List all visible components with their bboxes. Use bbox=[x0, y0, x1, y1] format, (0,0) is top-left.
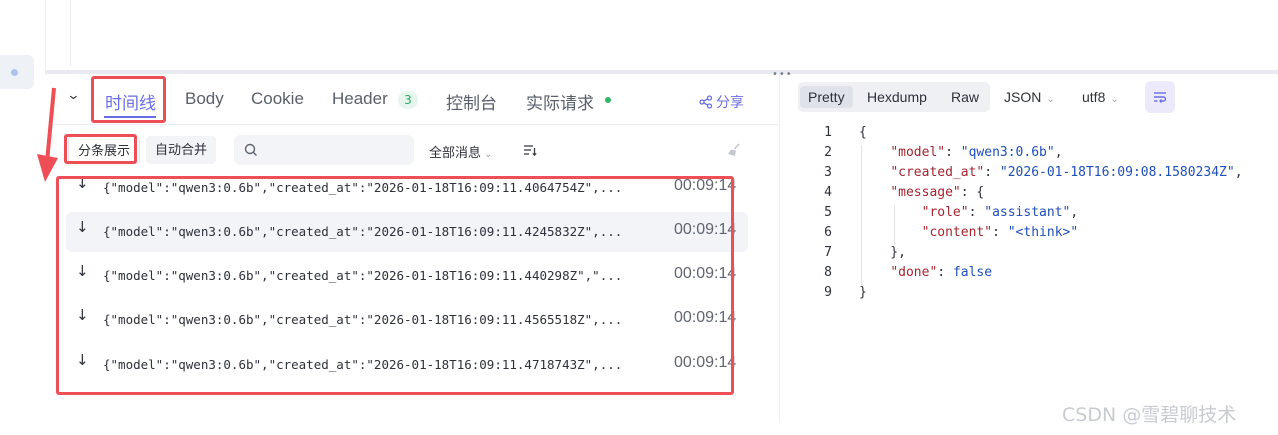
code-content: "content": "<think>" bbox=[921, 225, 1079, 240]
auto-merge-button[interactable]: 自动合并 bbox=[146, 136, 217, 164]
search-icon bbox=[244, 143, 257, 156]
message-type-select[interactable]: 全部消息 ⌄ bbox=[429, 142, 492, 161]
message-type-label: 全部消息 bbox=[429, 145, 482, 160]
incoming-arrow-icon: ↓ bbox=[76, 262, 89, 280]
message-text: {"model":"qwen3:0.6b","created_at":"2026… bbox=[103, 357, 623, 372]
status-dot bbox=[605, 97, 611, 103]
indent-guide bbox=[894, 205, 895, 245]
line-number: 8 bbox=[824, 265, 832, 280]
word-wrap-button[interactable] bbox=[1145, 81, 1175, 113]
view-mode-hexdump[interactable]: Hexdump bbox=[859, 86, 935, 108]
line-number: 9 bbox=[824, 285, 832, 300]
message-text: {"model":"qwen3:0.6b","created_at":"2026… bbox=[103, 312, 623, 327]
format-select[interactable]: JSON ⌄ bbox=[1004, 89, 1055, 105]
code-content: "model": "qwen3:0.6b", bbox=[890, 145, 1063, 160]
share-button[interactable]: 分享 bbox=[699, 92, 744, 112]
list-item[interactable]: ↓ {"model":"qwen3:0.6b","created_at":"20… bbox=[66, 345, 748, 385]
message-time: 00:09:14 bbox=[674, 354, 737, 371]
tab-console[interactable]: 控制台 bbox=[446, 89, 497, 114]
share-icon bbox=[699, 95, 713, 109]
tab-cookie[interactable]: Cookie bbox=[251, 89, 304, 109]
chevron-down-icon: ⌄ bbox=[1046, 94, 1055, 105]
code-content: }, bbox=[859, 245, 906, 260]
code-content: "role": "assistant", bbox=[921, 205, 1079, 220]
format-label: JSON bbox=[1004, 89, 1042, 105]
request-editor-pane bbox=[45, 0, 1278, 70]
line-number: 2 bbox=[824, 145, 832, 160]
sort-filter-icon[interactable] bbox=[523, 143, 537, 157]
code-content: } bbox=[859, 285, 867, 300]
list-item[interactable]: ↓ {"model":"qwen3:0.6b","created_at":"20… bbox=[66, 300, 748, 340]
active-tab-underline bbox=[104, 116, 156, 118]
incoming-arrow-icon: ↓ bbox=[76, 174, 89, 192]
message-time: 00:09:14 bbox=[674, 309, 737, 326]
message-text: {"model":"qwen3:0.6b","created_at":"2026… bbox=[103, 224, 623, 239]
incoming-arrow-icon: ↓ bbox=[76, 351, 89, 369]
search-input[interactable] bbox=[264, 140, 404, 160]
line-number: 3 bbox=[824, 165, 832, 180]
line-number: 4 bbox=[824, 185, 832, 200]
wrap-icon bbox=[1154, 92, 1167, 103]
code-content: "done": false bbox=[890, 265, 993, 280]
incoming-arrow-icon: ↓ bbox=[76, 306, 89, 324]
tab-timeline[interactable]: 时间线 bbox=[105, 89, 156, 114]
message-time: 00:09:14 bbox=[674, 221, 737, 238]
chevron-down-icon: ⌄ bbox=[1110, 94, 1119, 105]
view-mode-pretty[interactable]: Pretty bbox=[800, 86, 853, 108]
indent-guide bbox=[861, 145, 862, 285]
share-label: 分享 bbox=[716, 94, 744, 110]
split-view-button[interactable]: 分条展示 bbox=[68, 136, 141, 164]
list-item[interactable]: ↓ {"model":"qwen3:0.6b","created_at":"20… bbox=[66, 256, 748, 296]
message-time: 00:09:14 bbox=[674, 177, 737, 194]
message-text: {"model":"qwen3:0.6b","created_at":"2026… bbox=[103, 180, 623, 195]
header-count-badge: 3 bbox=[398, 91, 418, 109]
collapse-chevron-icon[interactable]: ⌄ bbox=[66, 88, 80, 103]
line-number: 5 bbox=[824, 205, 832, 220]
message-text: {"model":"qwen3:0.6b","created_at":"2026… bbox=[103, 268, 623, 283]
chevron-down-icon: ⌄ bbox=[484, 149, 493, 160]
message-time: 00:09:14 bbox=[674, 265, 737, 282]
line-number: 7 bbox=[824, 245, 832, 260]
encoding-label: utf8 bbox=[1082, 89, 1106, 105]
tabs-border bbox=[54, 124, 778, 125]
list-item[interactable]: ↓ {"model":"qwen3:0.6b","created_at":"20… bbox=[66, 168, 748, 208]
splitter-grip-icon[interactable]: ••• bbox=[772, 69, 793, 80]
watermark: CSDN @雪碧聊技术 bbox=[1062, 404, 1237, 426]
tab-header[interactable]: Header bbox=[332, 89, 388, 109]
code-content: "created_at": "2026-01-18T16:09:08.15802… bbox=[890, 165, 1243, 180]
encoding-select[interactable]: utf8 ⌄ bbox=[1082, 89, 1119, 105]
tab-actual-request[interactable]: 实际请求 bbox=[526, 89, 594, 114]
view-mode-raw[interactable]: Raw bbox=[943, 86, 987, 108]
pane-splitter[interactable] bbox=[45, 70, 1278, 74]
editor-gutter-line bbox=[70, 0, 71, 66]
annotation-arrow-icon bbox=[37, 87, 58, 182]
rail-dot-icon bbox=[11, 69, 18, 76]
incoming-arrow-icon: ↓ bbox=[76, 218, 89, 236]
clear-broom-icon[interactable] bbox=[726, 142, 742, 158]
list-item[interactable]: ↓ {"model":"qwen3:0.6b","created_at":"20… bbox=[66, 212, 748, 252]
vertical-divider[interactable] bbox=[779, 74, 780, 422]
code-content: { bbox=[859, 125, 867, 140]
code-content: "message": { bbox=[890, 185, 985, 200]
tab-body[interactable]: Body bbox=[185, 89, 224, 109]
line-number: 1 bbox=[824, 125, 832, 140]
line-number: 6 bbox=[824, 225, 832, 240]
